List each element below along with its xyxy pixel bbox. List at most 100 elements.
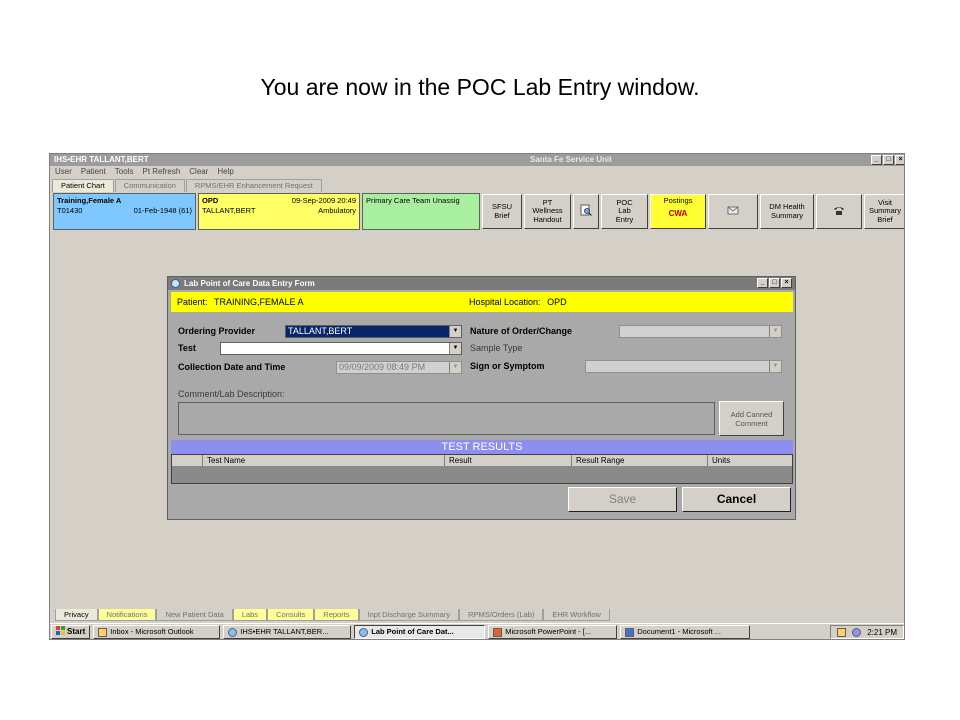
- taskbar-outlook-label: Inbox - Microsoft Outlook: [110, 627, 194, 636]
- pt-wellness-button[interactable]: PT Wellness Handout: [524, 194, 571, 229]
- tray-outlook-icon[interactable]: [837, 627, 847, 637]
- visit-info-box[interactable]: OPD 09-Sep-2009 20:49 TALLANT,BERT Ambulat…: [198, 193, 360, 230]
- tab-reports[interactable]: Reports: [314, 609, 359, 621]
- patient-info-box[interactable]: Training,Female A T01430 01-Feb-1948 (61): [53, 193, 196, 230]
- tab-ehr-workflow[interactable]: EHR Workflow: [543, 609, 610, 621]
- ehr-location: Santa Fe Service Unit: [530, 155, 612, 164]
- lab-globe-icon: [359, 627, 369, 637]
- chevron-down-icon: ▼: [449, 362, 461, 373]
- tab-communication[interactable]: Communication: [114, 179, 185, 192]
- start-button[interactable]: Start: [51, 625, 91, 639]
- hospital-location: Hospital Location: OPD: [469, 292, 567, 312]
- patient-strip: Patient: TRAINING,FEMALE A Hospital Loca…: [171, 292, 793, 312]
- ehr-title-bar: IHS•EHR TALLANT,BERT Santa Fe Service Un…: [50, 154, 904, 166]
- test-results-grid[interactable]: Test Name Result Result Range Units: [171, 454, 793, 484]
- care-team: Primary Care Team Unassig: [366, 196, 460, 205]
- ordering-provider-value: TALLANT,BERT: [286, 326, 461, 337]
- nature-of-order-label: Nature of Order/Change: [470, 326, 573, 336]
- powerpoint-icon: [493, 627, 503, 637]
- care-team-box[interactable]: Primary Care Team Unassig: [362, 193, 480, 230]
- menu-pt-refresh[interactable]: Pt Refresh: [142, 166, 180, 178]
- comment-label: Comment/Lab Description:: [178, 389, 285, 399]
- menu-user[interactable]: User: [55, 166, 72, 178]
- dialog-close-button[interactable]: ×: [781, 278, 792, 288]
- taskbar-word[interactable]: Document1 - Microsoft ...: [620, 625, 751, 639]
- taskbar-word-label: Document1 - Microsoft ...: [637, 627, 722, 636]
- tab-new-patient-data[interactable]: New Patient Data: [156, 609, 233, 621]
- taskbar-lab-label: Lab Point of Care Dat...: [371, 627, 454, 636]
- close-button[interactable]: ×: [895, 155, 904, 165]
- top-tabs: Patient Chart Communication RPMS/EHR Enh…: [52, 179, 323, 192]
- tab-notifications[interactable]: Notifications: [97, 609, 157, 621]
- visit-date: 09-Sep-2009 20:49: [291, 196, 356, 205]
- dialog-title-bar: Lab Point of Care Data Entry Form _ □ ×: [168, 277, 795, 290]
- save-button[interactable]: Save: [568, 487, 677, 512]
- patient-name: Training,Female A: [57, 196, 122, 205]
- globe-icon: [171, 279, 180, 288]
- wellness-label-3: Handout: [533, 214, 562, 224]
- start-label: Start: [67, 627, 86, 636]
- tray-network-icon[interactable]: [852, 627, 862, 637]
- tab-labs[interactable]: Labs: [232, 609, 268, 621]
- comment-textarea[interactable]: [178, 402, 715, 435]
- slide-caption: You are now in the POC Lab Entry window.: [260, 74, 700, 100]
- tab-patient-chart[interactable]: Patient Chart: [52, 179, 114, 192]
- tab-privacy[interactable]: Privacy: [55, 609, 98, 621]
- tab-enhancement-request[interactable]: RPMS/EHR Enhancement Request: [185, 179, 322, 192]
- menu-patient[interactable]: Patient: [81, 166, 106, 178]
- poc-lab-entry-button[interactable]: POC Lab Entry: [601, 194, 648, 229]
- tab-inpt-discharge-summary[interactable]: Inpt Discharge Summary: [358, 609, 460, 621]
- col-result-range[interactable]: Result Range: [571, 455, 706, 466]
- menu-tools[interactable]: Tools: [115, 166, 134, 178]
- taskbar-ehr[interactable]: IHS•EHR TALLANT,BER...: [223, 625, 352, 639]
- lab-poc-dialog: Lab Point of Care Data Entry Form _ □ × …: [167, 276, 796, 520]
- ordering-provider-select[interactable]: TALLANT,BERT ▼: [285, 325, 462, 338]
- sign-symptom-select[interactable]: ▼: [585, 360, 782, 373]
- dialog-title: Lab Point of Care Data Entry Form: [184, 279, 315, 288]
- windows-logo-icon: [56, 625, 65, 639]
- patient-value: TRAINING,FEMALE A: [214, 297, 304, 307]
- word-icon: [625, 627, 635, 637]
- collection-date-picker[interactable]: 09/09/2009 08:49 PM ▼: [336, 361, 462, 374]
- mail-icon: [709, 205, 757, 218]
- outlook-icon: [98, 627, 108, 637]
- postings-label: Postings: [663, 196, 693, 205]
- document-icon-button[interactable]: [573, 194, 599, 229]
- poc-label-3: Entry: [615, 214, 634, 224]
- phone-icon-button[interactable]: [816, 194, 862, 229]
- chevron-down-icon: ▼: [769, 326, 781, 337]
- sign-symptom-label: Sign or Symptom: [470, 361, 545, 371]
- hospital-label: Hospital Location:: [469, 297, 541, 307]
- menu-clear[interactable]: Clear: [189, 166, 208, 178]
- col-units[interactable]: Units: [707, 455, 792, 466]
- dialog-minimize-button[interactable]: _: [757, 278, 768, 288]
- sfsu-brief-button[interactable]: SFSU Brief: [482, 194, 522, 229]
- taskbar-outlook[interactable]: Inbox - Microsoft Outlook: [93, 625, 221, 639]
- menu-help[interactable]: Help: [217, 166, 233, 178]
- minimize-button[interactable]: _: [871, 155, 882, 165]
- dm-health-summary-button[interactable]: DM Health Summary: [760, 194, 814, 229]
- test-results-header: TEST RESULTS: [171, 440, 793, 454]
- mail-icon-button[interactable]: [708, 194, 758, 229]
- taskbar-ehr-label: IHS•EHR TALLANT,BER...: [240, 627, 329, 636]
- visit-summary-brief-button[interactable]: Visit Summary Brief: [864, 194, 904, 229]
- maximize-button[interactable]: □: [883, 155, 894, 165]
- sfsu-label-2: Brief: [494, 210, 510, 220]
- cancel-button[interactable]: Cancel: [682, 487, 791, 512]
- test-select[interactable]: ▼: [220, 342, 462, 355]
- taskbar-lab-poc[interactable]: Lab Point of Care Dat...: [354, 625, 486, 639]
- taskbar-powerpoint[interactable]: Microsoft PowerPoint - [...: [488, 625, 618, 639]
- tab-consults[interactable]: Consults: [267, 609, 315, 621]
- col-result[interactable]: Result: [444, 455, 570, 466]
- dialog-maximize-button[interactable]: □: [769, 278, 780, 288]
- chevron-down-icon: ▼: [449, 326, 461, 337]
- tab-rpms-orders-lab[interactable]: RPMS/Orders (Lab): [459, 609, 544, 621]
- menu-bar: User Patient Tools Pt Refresh Clear Help: [50, 166, 904, 178]
- visit-type: OPD: [202, 196, 219, 205]
- phone-icon: [817, 205, 861, 219]
- grid-header-row: Test Name Result Result Range Units: [172, 455, 792, 466]
- postings-button[interactable]: Postings CWA: [650, 194, 706, 229]
- add-canned-comment-button[interactable]: Add Canned Comment: [719, 401, 784, 436]
- col-test-name[interactable]: Test Name: [202, 455, 442, 466]
- nature-of-order-select[interactable]: ▼: [619, 325, 782, 338]
